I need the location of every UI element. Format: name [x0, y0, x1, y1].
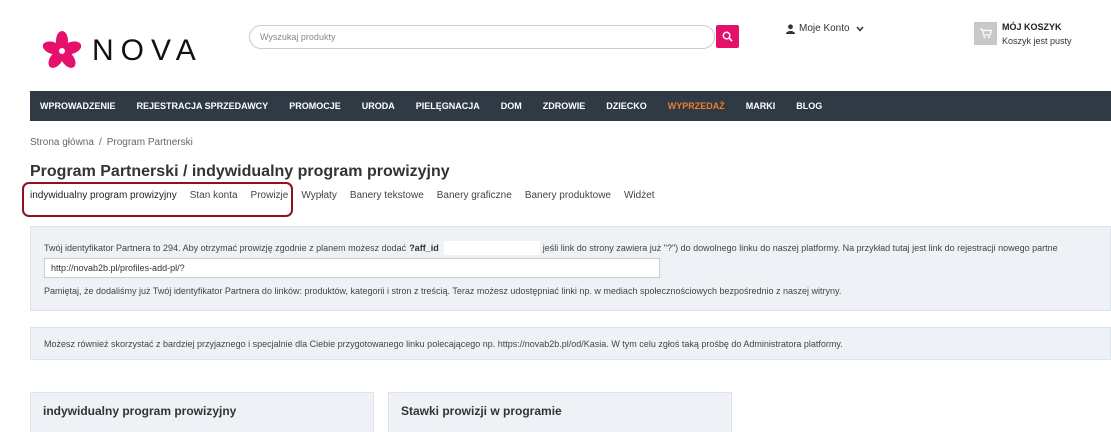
partner-tabs: indywidualny program prowizyjny Stan kon… — [30, 190, 668, 201]
tab-wyplaty[interactable]: Wypłaty — [301, 190, 336, 201]
page-title: Program Partnerski / indywidualny progra… — [30, 163, 450, 180]
tab-prowizje[interactable]: Prowizje — [251, 190, 289, 201]
partner-intro-text: Twój identyfikator Partnera to 294. Aby … — [44, 243, 407, 253]
commission-rates-title: Stawki prowizji w programie — [401, 404, 562, 418]
partner-intro: Twój identyfikator Partnera to 294. Aby … — [44, 241, 1058, 255]
nav-item-dziecko[interactable]: DZIECKO — [606, 101, 647, 111]
account-label: Moje Konto — [799, 23, 850, 34]
tab-banery-produktowe[interactable]: Banery produktowe — [525, 190, 611, 201]
aff-param: ?aff_id — [409, 243, 439, 253]
tab-indywidualny-program[interactable]: indywidualny program prowizyjny — [30, 190, 177, 201]
breadcrumb-current: Program Partnerski — [106, 137, 193, 148]
nav-item-rejestracja-sprzedawcy[interactable]: REJESTRACJA SPRZEDAWCY — [137, 101, 269, 111]
nav-item-wyprzedaz[interactable]: WYPRZEDAŻ — [668, 101, 725, 111]
logo[interactable]: NOVA — [40, 28, 220, 74]
aff-id-box — [443, 241, 540, 255]
nav-item-blog[interactable]: BLOG — [796, 101, 822, 111]
cart-status: Koszyk jest pusty — [1002, 36, 1072, 46]
friendly-link-panel: Możesz również skorzystać z bardziej prz… — [30, 327, 1111, 360]
nav-item-promocje[interactable]: PROMOCJE — [289, 101, 341, 111]
friendly-link-note: Możesz również skorzystać z bardziej prz… — [44, 339, 843, 349]
nav-item-zdrowie[interactable]: ZDROWIE — [543, 101, 586, 111]
tab-banery-graficzne[interactable]: Banery graficzne — [437, 190, 512, 201]
cart-icon — [974, 22, 997, 45]
commission-rates-card: Stawki prowizji w programie — [388, 392, 732, 432]
main-nav: WPROWADZENIE REJESTRACJA SPRZEDAWCY PROM… — [30, 91, 1111, 121]
partner-info-panel: Twój identyfikator Partnera to 294. Aby … — [30, 226, 1111, 311]
search-input[interactable] — [250, 26, 714, 48]
tab-widzet[interactable]: Widżet — [624, 190, 655, 201]
nav-item-marki[interactable]: MARKI — [746, 101, 776, 111]
user-icon — [786, 23, 795, 34]
tab-stan-konta[interactable]: Stan konta — [190, 190, 238, 201]
nav-item-dom[interactable]: DOM — [501, 101, 522, 111]
program-card: indywidualny program prowizyjny — [30, 392, 374, 432]
program-card-title: indywidualny program prowizyjny — [43, 404, 237, 418]
referral-link-field[interactable] — [44, 258, 660, 278]
breadcrumb-separator: / — [98, 137, 102, 148]
search-icon — [722, 31, 733, 42]
nav-item-pielegnacja[interactable]: PIELĘGNACJA — [416, 101, 480, 111]
breadcrumb-home[interactable]: Strona główna — [30, 137, 94, 148]
tab-banery-tekstowe[interactable]: Banery tekstowe — [350, 190, 424, 201]
brand-name: NOVA — [92, 34, 203, 67]
nav-item-wprowadzenie[interactable]: WPROWADZENIE — [40, 101, 116, 111]
breadcrumb: Strona główna / Program Partnerski — [30, 137, 193, 148]
nav-item-uroda[interactable]: URODA — [362, 101, 395, 111]
flower-logo-icon — [42, 31, 82, 68]
cart-title: MÓJ KOSZYK — [1002, 22, 1062, 32]
account-menu[interactable]: Moje Konto — [786, 23, 864, 34]
search-button[interactable] — [716, 25, 739, 48]
search-bar — [249, 25, 715, 49]
chevron-down-icon — [856, 26, 864, 32]
cart-widget[interactable]: MÓJ KOSZYK Koszyk jest pusty — [974, 22, 1072, 46]
partner-reminder: Pamiętaj, że dodaliśmy już Twój identyfi… — [44, 286, 842, 296]
partner-intro-cont: jeśli link do strony zawiera już "?") do… — [542, 243, 1058, 253]
